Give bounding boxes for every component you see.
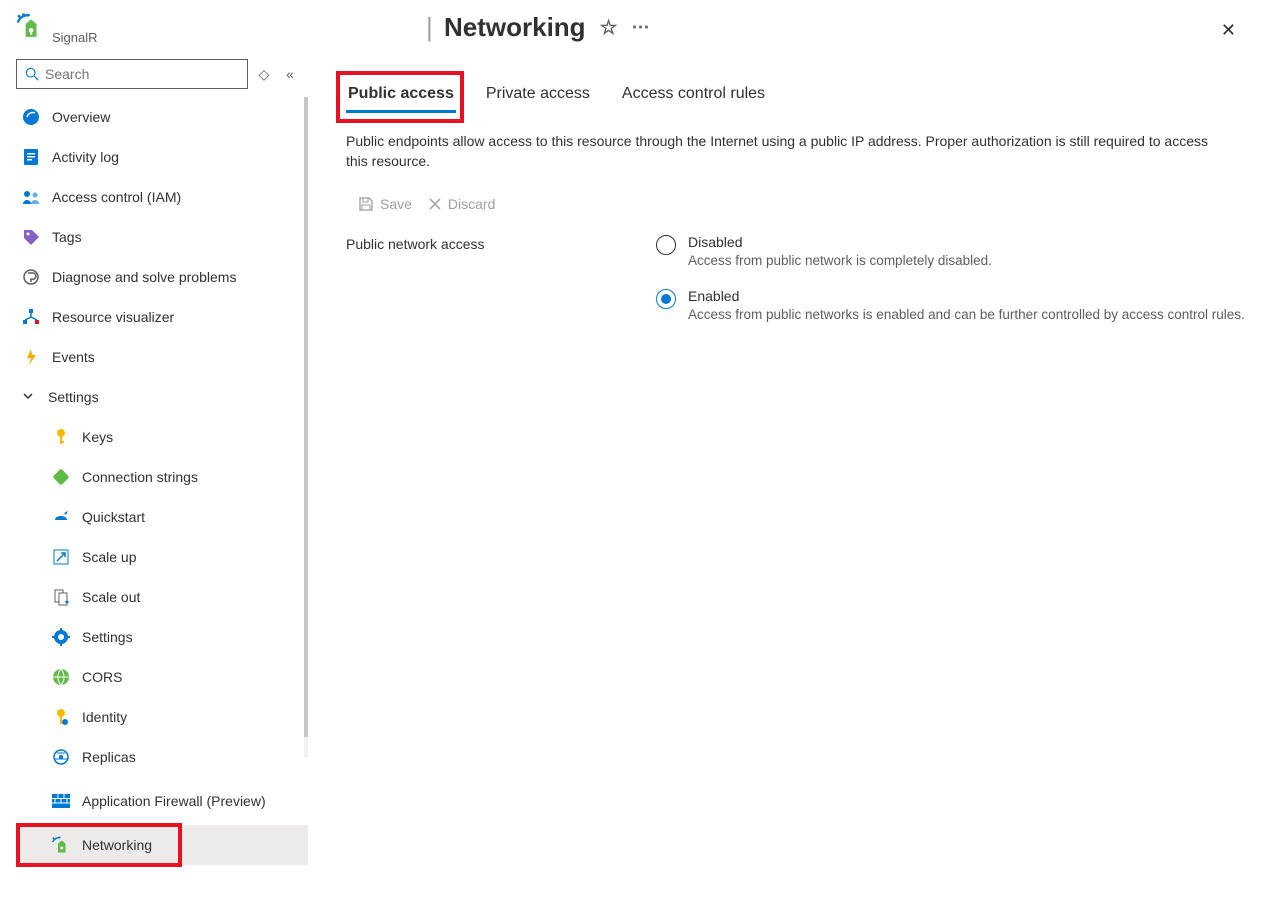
replicas-icon	[52, 748, 70, 766]
events-icon	[22, 348, 40, 366]
scale-out-icon	[52, 588, 70, 606]
save-button[interactable]: Save	[358, 196, 412, 212]
radio-label: Disabled	[688, 234, 992, 250]
sidebar-item-settings[interactable]: Settings	[16, 617, 308, 657]
sidebar-item-label: Access control (IAM)	[52, 189, 181, 205]
sidebar-group-label: Settings	[48, 389, 99, 405]
iam-icon	[22, 188, 40, 206]
sidebar-item-replicas[interactable]: Replicas	[16, 737, 308, 777]
sidebar-item-label: Resource visualizer	[52, 309, 174, 325]
search-icon	[25, 67, 39, 81]
public-network-access-row: Public network access Disabled Access fr…	[346, 234, 1264, 326]
content-toolbar: Save Discard	[346, 196, 1264, 212]
close-icon[interactable]: ✕	[1221, 20, 1236, 41]
sidebar-nav: Overview Activity log Access control (IA…	[16, 97, 308, 909]
activity-log-icon	[22, 148, 40, 166]
form-label: Public network access	[346, 234, 656, 252]
radio-description: Access from public network is completely…	[688, 252, 992, 271]
signalr-resource-icon	[16, 12, 44, 40]
search-input-wrap[interactable]	[16, 59, 248, 89]
radio-option-enabled[interactable]: Enabled Access from public networks is e…	[656, 288, 1245, 325]
radio-label: Enabled	[688, 288, 1245, 304]
sidebar-item-connection-strings[interactable]: Connection strings	[16, 457, 308, 497]
radio-option-disabled[interactable]: Disabled Access from public network is c…	[656, 234, 1245, 271]
sidebar-item-label: CORS	[82, 669, 122, 685]
sidebar-item-quickstart[interactable]: Quickstart	[16, 497, 308, 537]
sidebar-item-keys[interactable]: Keys	[16, 417, 308, 457]
sidebar-item-networking[interactable]: Networking	[16, 825, 308, 865]
tab-access-control-rules[interactable]: Access control rules	[620, 79, 767, 113]
collapse-sidebar-icon[interactable]: «	[280, 66, 300, 82]
radio-description: Access from public networks is enabled a…	[688, 306, 1245, 325]
sidebar-item-label: Events	[52, 349, 95, 365]
sidebar-item-resource-visualizer[interactable]: Resource visualizer	[16, 297, 308, 337]
connection-strings-icon	[52, 468, 70, 486]
sidebar-item-label: Quickstart	[82, 509, 145, 525]
chevron-down-icon	[22, 389, 36, 405]
sidebar-item-label: Activity log	[52, 149, 119, 165]
scale-up-icon	[52, 548, 70, 566]
radio-icon	[656, 289, 676, 309]
cors-icon	[52, 668, 70, 686]
sidebar-item-label: Networking	[82, 837, 152, 853]
sidebar-item-label: Overview	[52, 109, 110, 125]
tab-description: Public endpoints allow access to this re…	[346, 131, 1216, 172]
sidebar-item-scale-out[interactable]: Scale out	[16, 577, 308, 617]
tab-public-access[interactable]: Public access	[346, 79, 456, 113]
sidebar-item-cors[interactable]: CORS	[16, 657, 308, 697]
identity-icon	[52, 708, 70, 726]
favorite-icon[interactable]: ☆	[600, 15, 618, 40]
sidebar-item-application-firewall[interactable]: Application Firewall (Preview)	[16, 777, 308, 825]
sidebar-item-label: Scale out	[82, 589, 140, 605]
sidebar-item-label: Connection strings	[82, 469, 198, 485]
gear-icon	[52, 628, 70, 646]
sidebar-item-label: Replicas	[82, 749, 136, 765]
sort-icon[interactable]: ◇	[254, 66, 274, 83]
sidebar-item-label: Diagnose and solve problems	[52, 269, 236, 285]
tab-private-access[interactable]: Private access	[484, 79, 592, 113]
save-icon	[358, 196, 374, 212]
sidebar-item-label: Keys	[82, 429, 113, 445]
discard-icon	[428, 197, 442, 211]
search-input[interactable]	[45, 66, 239, 82]
quickstart-icon	[52, 508, 70, 526]
sidebar-item-overview[interactable]: Overview	[16, 97, 308, 137]
visualizer-icon	[22, 308, 40, 326]
sidebar-item-label: Scale up	[82, 549, 136, 565]
sidebar-item-label: Application Firewall (Preview)	[82, 792, 266, 810]
page-header: SignalR | Networking ☆ ⋯ ✕	[0, 0, 1264, 53]
tags-icon	[22, 228, 40, 246]
sidebar-item-tags[interactable]: Tags	[16, 217, 308, 257]
sidebar-group-settings[interactable]: Settings	[16, 377, 308, 417]
sidebar: ◇ « Overview Activity log Access control…	[0, 53, 308, 909]
more-icon[interactable]: ⋯	[632, 17, 651, 38]
diagnose-icon	[22, 268, 40, 286]
sidebar-item-events[interactable]: Events	[16, 337, 308, 377]
tab-bar: Public access Private access Access cont…	[346, 79, 1264, 113]
firewall-icon	[52, 792, 70, 810]
sidebar-item-iam[interactable]: Access control (IAM)	[16, 177, 308, 217]
sidebar-item-activity-log[interactable]: Activity log	[16, 137, 308, 177]
sidebar-item-scale-up[interactable]: Scale up	[16, 537, 308, 577]
networking-icon	[52, 836, 70, 854]
overview-icon	[22, 108, 40, 126]
sidebar-item-label: Settings	[82, 629, 133, 645]
sidebar-item-label: Tags	[52, 229, 82, 245]
page-title: | Networking ☆ ⋯	[426, 12, 651, 43]
resource-type-label: SignalR	[52, 30, 98, 45]
sidebar-item-identity[interactable]: Identity	[16, 697, 308, 737]
content-pane: Public access Private access Access cont…	[308, 53, 1264, 909]
sidebar-item-label: Identity	[82, 709, 127, 725]
keys-icon	[52, 428, 70, 446]
radio-icon	[656, 235, 676, 255]
discard-button[interactable]: Discard	[428, 196, 495, 212]
sidebar-item-diagnose[interactable]: Diagnose and solve problems	[16, 257, 308, 297]
